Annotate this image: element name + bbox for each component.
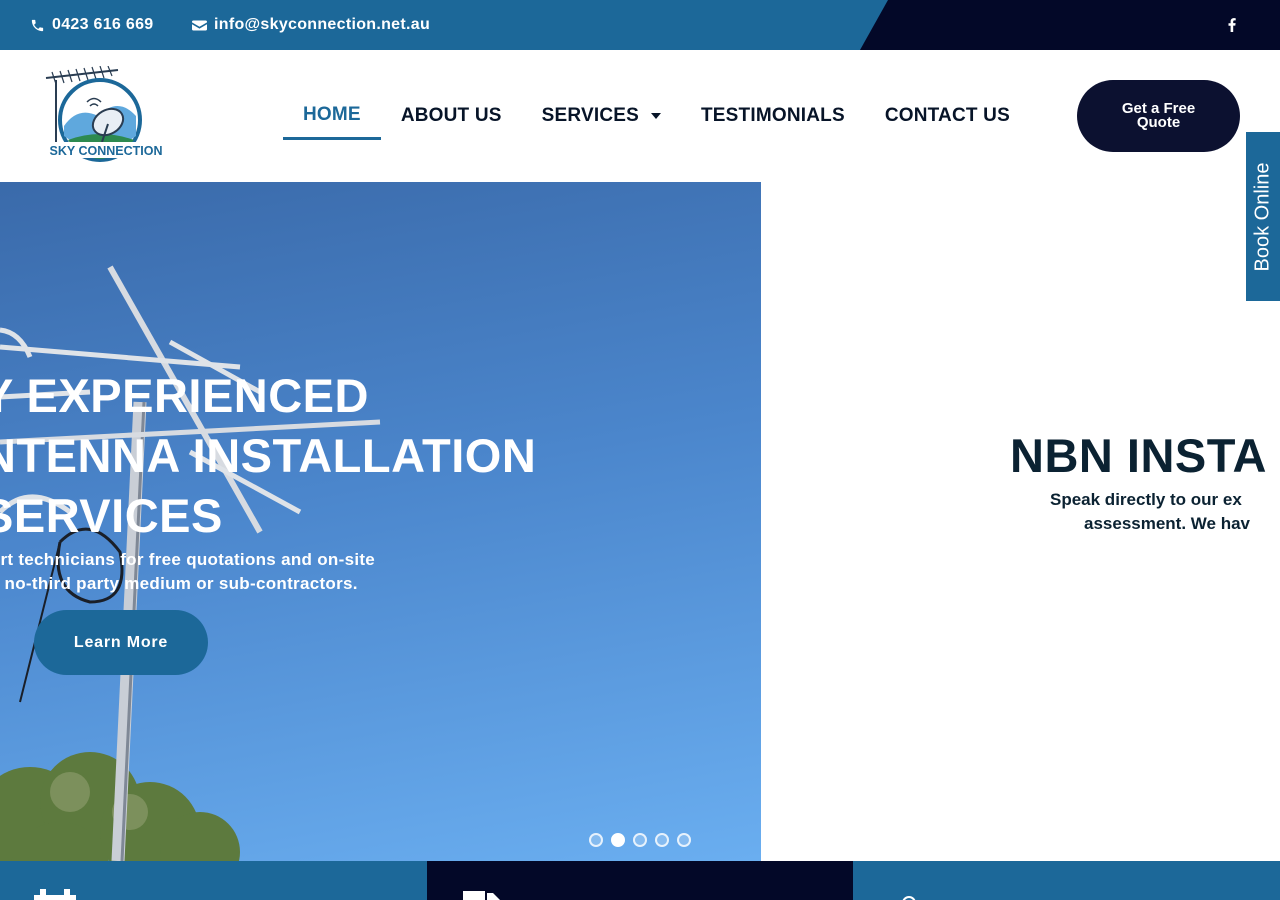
site-header: SKY CONNECTION HOME ABOUT US SERVICES TE… <box>0 50 1280 182</box>
hero-slide-nbn: NBN INSTA Speak directly to our ex asses… <box>761 182 1280 861</box>
hero-slide-antenna: Y EXPERIENCED NTENNA INSTALLATION SERVIC… <box>0 182 761 861</box>
nav-contact-us-label: CONTACT US <box>884 105 1010 126</box>
nav-testimonials[interactable]: TESTIMONIALS <box>681 92 865 140</box>
slider-dot[interactable] <box>633 833 647 847</box>
nav-home-label: HOME <box>303 103 361 125</box>
nav-about-us-label: ABOUT US <box>400 105 502 126</box>
hero-title-line: NTENNA INSTALLATION <box>0 429 537 482</box>
nbn-slide-subtitle-line: Speak directly to our ex <box>1050 490 1242 509</box>
slider-dot[interactable] <box>677 833 691 847</box>
hero-title-line: SERVICES <box>0 489 223 542</box>
nbn-slide-subtitle-line: assessment. We hav <box>1084 514 1250 533</box>
phone-link[interactable]: 0423 616 669 <box>30 0 153 50</box>
feature-box-1 <box>0 861 427 900</box>
feature-box-3 <box>853 861 1280 900</box>
learn-more-label: Learn More <box>73 633 169 651</box>
nbn-slide-title: NBN INSTA <box>1010 429 1267 482</box>
logo-text: SKY CONNECTION <box>50 144 163 158</box>
book-online-tab[interactable]: Book Online <box>1246 132 1280 301</box>
hero-title: Y EXPERIENCED NTENNA INSTALLATION SERVIC… <box>0 366 536 546</box>
phone-number: 0423 616 669 <box>52 16 154 33</box>
feature-box-2 <box>427 861 853 900</box>
slider-dot[interactable] <box>655 833 669 847</box>
hero-subtitle-line: ve no-third party medium or sub-contract… <box>0 574 358 593</box>
hero-slider: Y EXPERIENCED NTENNA INSTALLATION SERVIC… <box>0 182 1280 861</box>
nbn-slide-subtitle: Speak directly to our ex assessment. We … <box>1050 488 1250 536</box>
truck-icon <box>463 891 500 900</box>
top-bar: 0423 616 669 info@skyconnection.net.au <box>0 0 1280 50</box>
book-online-label: Book Online <box>1251 162 1274 271</box>
envelope-icon <box>192 20 207 30</box>
email-link[interactable]: info@skyconnection.net.au <box>192 0 430 50</box>
nav-testimonials-label: TESTIMONIALS <box>700 105 845 126</box>
phone-icon <box>31 19 44 31</box>
get-free-quote-button[interactable]: Get a Free Quote <box>1077 80 1240 152</box>
hero-title-line: Y EXPERIENCED <box>0 369 369 422</box>
hero-subtitle: pert technicians for free quotations and… <box>0 548 375 596</box>
hero-subtitle-line: pert technicians for free quotations and… <box>0 550 376 569</box>
facebook-icon[interactable] <box>1222 15 1242 35</box>
nav-services[interactable]: SERVICES <box>522 92 681 140</box>
learn-more-button[interactable]: Learn More <box>34 610 208 675</box>
get-free-quote-label: Get a Free Quote <box>1121 100 1196 131</box>
site-logo[interactable]: SKY CONNECTION <box>38 66 166 166</box>
slider-dots <box>589 833 691 847</box>
feature-strip <box>0 861 1280 900</box>
main-nav: HOME ABOUT US SERVICES TESTIMONIALS CONT… <box>283 92 1030 140</box>
nav-home[interactable]: HOME <box>283 92 381 140</box>
nav-services-label: SERVICES <box>541 105 639 126</box>
slider-dot[interactable] <box>589 833 603 847</box>
nav-about-us[interactable]: ABOUT US <box>381 92 522 140</box>
email-address: info@skyconnection.net.au <box>214 16 431 33</box>
nav-contact-us[interactable]: CONTACT US <box>865 92 1030 140</box>
map-pin-icon <box>902 896 916 900</box>
slider-dot-active[interactable] <box>611 833 625 847</box>
calendar-icon <box>34 889 76 900</box>
chevron-down-icon[interactable] <box>650 113 661 119</box>
top-bar-dark-panel <box>860 0 1280 50</box>
